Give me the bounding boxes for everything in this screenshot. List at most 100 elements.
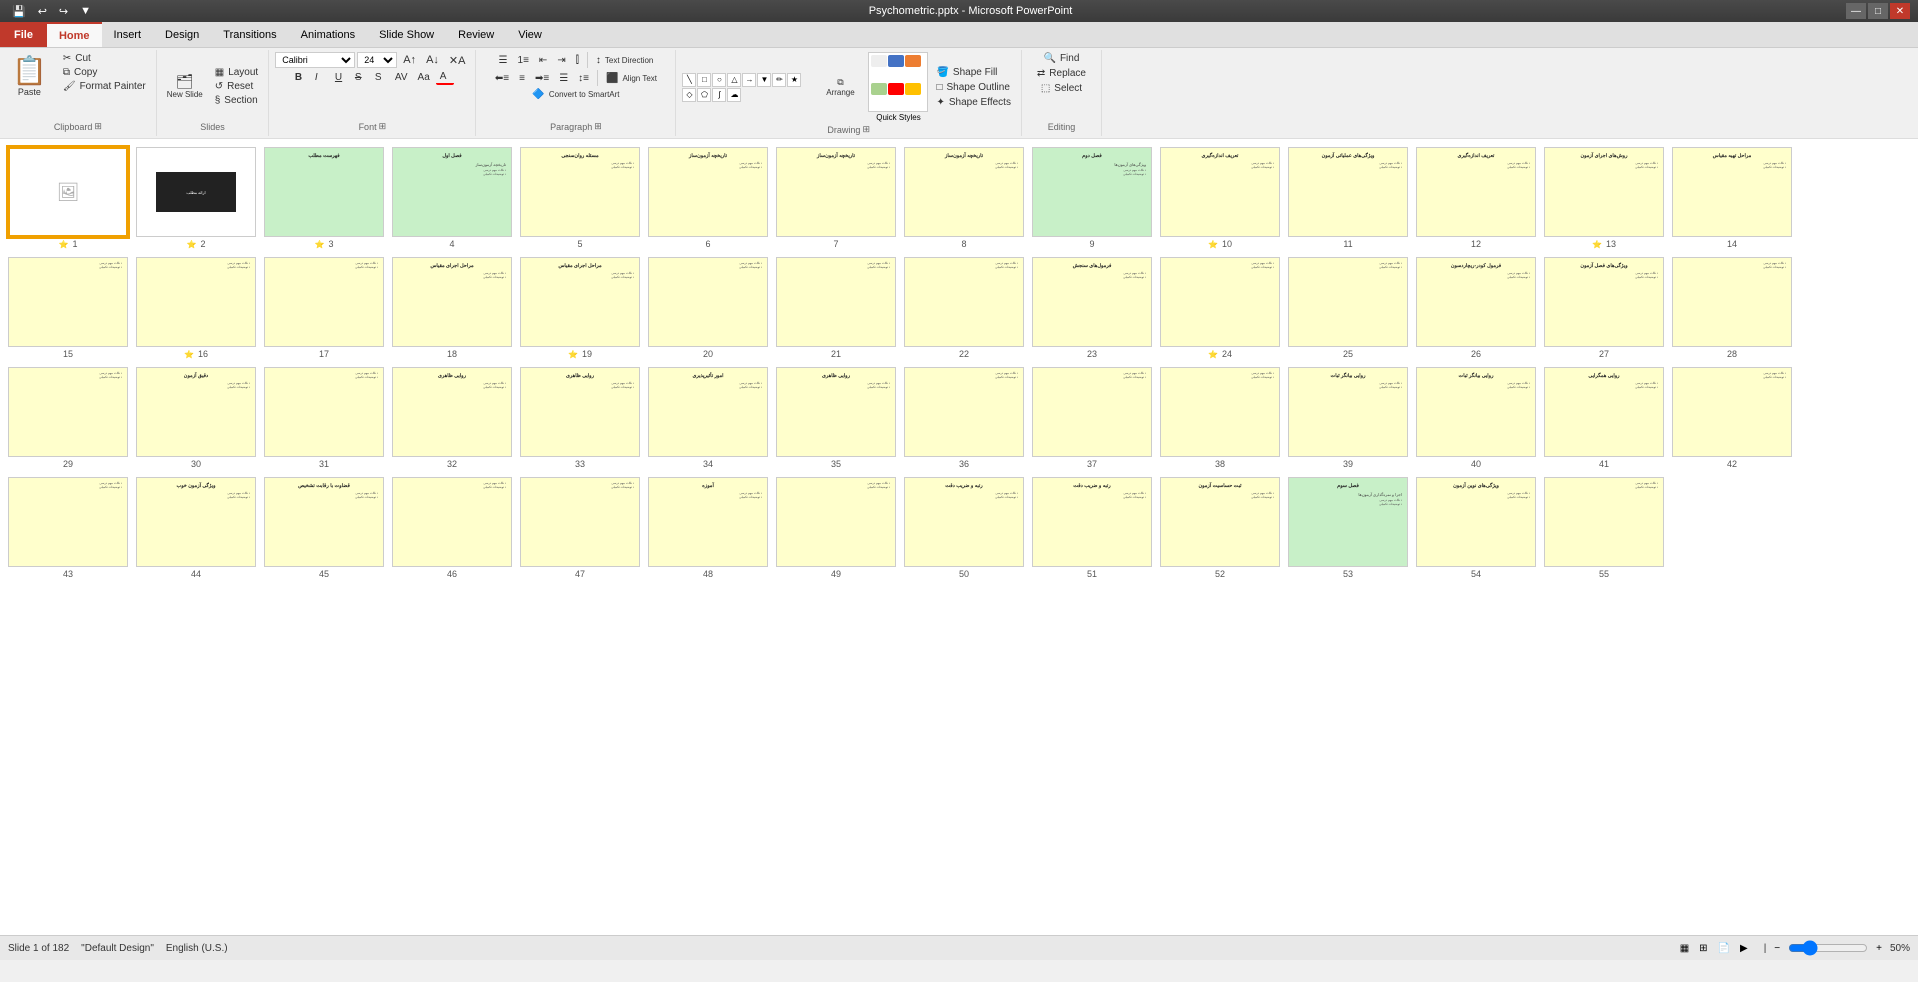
tab-transitions[interactable]: Transitions bbox=[211, 22, 288, 47]
align-text-button[interactable]: ⬛ Align Text bbox=[602, 72, 661, 85]
slide-thumb-55[interactable]: • نکات مهم درسی• توضیحات تکمیلی 55 bbox=[1544, 477, 1664, 579]
slide-thumb-5[interactable]: مسئله روان‌سنجی • نکات مهم درسی• توضیحات… bbox=[520, 147, 640, 249]
shape-outline-button[interactable]: □ Shape Outline bbox=[932, 81, 1014, 94]
replace-button[interactable]: ⇄ Replace bbox=[1033, 67, 1090, 80]
align-center-button[interactable]: ≡ bbox=[515, 72, 529, 85]
qs-cell[interactable] bbox=[905, 55, 921, 67]
redo-button[interactable]: ↪ bbox=[55, 3, 72, 20]
slide-thumb-39[interactable]: روایی بیانگر ثبات • نکات مهم درسی• توضیح… bbox=[1288, 367, 1408, 469]
slide-thumb-33[interactable]: روایی ظاهری • نکات مهم درسی• توضیحات تکم… bbox=[520, 367, 640, 469]
zoom-in-button[interactable]: + bbox=[1874, 941, 1884, 956]
format-painter-button[interactable]: 🖌 Format Painter bbox=[59, 80, 150, 93]
slide-thumb-44[interactable]: ویژگی آزمون خوب • نکات مهم درسی• توضیحات… bbox=[136, 477, 256, 579]
slide-thumb-54[interactable]: ویژگی‌های نوین آزمون • نکات مهم درسی• تو… bbox=[1416, 477, 1536, 579]
curve-shape[interactable]: ∫ bbox=[712, 88, 726, 102]
cloud-shape[interactable]: ☁ bbox=[727, 88, 741, 102]
paste-button[interactable]: 📋 Paste bbox=[6, 52, 53, 119]
slide-thumb-37[interactable]: • نکات مهم درسی• توضیحات تکمیلی 37 bbox=[1032, 367, 1152, 469]
qs-cell[interactable] bbox=[871, 83, 887, 95]
slide-thumb-36[interactable]: • نکات مهم درسی• توضیحات تکمیلی 36 bbox=[904, 367, 1024, 469]
rect-shape[interactable]: □ bbox=[697, 73, 711, 87]
shape-effects-button[interactable]: ✦ Shape Effects bbox=[932, 96, 1014, 109]
slide-thumb-29[interactable]: • نکات مهم درسی• توضیحات تکمیلی 29 bbox=[8, 367, 128, 469]
normal-view-button[interactable]: ▦ bbox=[1678, 941, 1691, 956]
slide-thumb-15[interactable]: • نکات مهم درسی• توضیحات تکمیلی 15 bbox=[8, 257, 128, 359]
slide-thumb-3[interactable]: فهرست مطلب ⭐ 3 bbox=[264, 147, 384, 249]
text-direction-button[interactable]: ↕ Text Direction bbox=[592, 54, 657, 67]
slide-thumb-46[interactable]: • نکات مهم درسی• توضیحات تکمیلی 46 bbox=[392, 477, 512, 579]
triangle-shape[interactable]: △ bbox=[727, 73, 741, 87]
qs-cell[interactable] bbox=[871, 55, 887, 67]
qs-cell[interactable] bbox=[888, 55, 904, 67]
slide-thumb-12[interactable]: تعریف اندازه‌گیری • نکات مهم درسی• توضیح… bbox=[1416, 147, 1536, 249]
undo-button[interactable]: ↩ bbox=[34, 3, 51, 20]
drawing-dialog-icon[interactable]: ⊞ bbox=[862, 124, 870, 135]
slide-thumb-42[interactable]: • نکات مهم درسی• توضیحات تکمیلی 42 bbox=[1672, 367, 1792, 469]
slide-thumb-16[interactable]: • نکات مهم درسی• توضیحات تکمیلی ⭐ 16 bbox=[136, 257, 256, 359]
select-button[interactable]: ⬚ Select bbox=[1037, 82, 1086, 95]
zoom-out-button[interactable]: − bbox=[1772, 941, 1782, 956]
slide-thumb-35[interactable]: روایی ظاهری • نکات مهم درسی• توضیحات تکم… bbox=[776, 367, 896, 469]
font-name-select[interactable]: Calibri bbox=[275, 52, 355, 68]
clipboard-dialog-icon[interactable]: ⊞ bbox=[94, 121, 102, 132]
slide-thumb-53[interactable]: فصل سوم اجرا و نمره‌گذاری آزمون‌ها • نکا… bbox=[1288, 477, 1408, 579]
strikethrough-button[interactable]: S bbox=[351, 71, 369, 84]
decrease-indent-button[interactable]: ⇤ bbox=[535, 54, 551, 67]
align-left-button[interactable]: ⬅≡ bbox=[491, 72, 513, 85]
tab-design[interactable]: Design bbox=[153, 22, 211, 47]
section-button[interactable]: § Section bbox=[211, 94, 262, 107]
char-spacing-button[interactable]: AV bbox=[391, 71, 412, 84]
convert-smartart-button[interactable]: 🔷 Convert to SmartArt bbox=[528, 88, 623, 101]
columns-button[interactable]: ⫿ bbox=[572, 54, 583, 67]
numbering-button[interactable]: 1≡ bbox=[514, 54, 533, 67]
copy-button[interactable]: ⧉ Copy bbox=[59, 66, 150, 79]
slide-thumb-8[interactable]: تاریخچه آزمون‌ساز • نکات مهم درسی• توضیح… bbox=[904, 147, 1024, 249]
save-button[interactable]: 💾 bbox=[8, 3, 30, 20]
slide-thumb-41[interactable]: روایی همگرایی • نکات مهم درسی• توضیحات ت… bbox=[1544, 367, 1664, 469]
slide-thumb-27[interactable]: ویژگی‌های فصل آزمون • نکات مهم درسی• توض… bbox=[1544, 257, 1664, 359]
slide-thumb-4[interactable]: فصل اول تاریخچه آزمون‌ساز • نکات مهم درس… bbox=[392, 147, 512, 249]
slide-thumb-31[interactable]: • نکات مهم درسی• توضیحات تکمیلی 31 bbox=[264, 367, 384, 469]
slide-thumb-40[interactable]: روایی بیانگر ثبات • نکات مهم درسی• توضیح… bbox=[1416, 367, 1536, 469]
underline-button[interactable]: U bbox=[331, 71, 349, 84]
zoom-slider[interactable] bbox=[1788, 940, 1868, 956]
font-dialog-icon[interactable]: ⊞ bbox=[379, 121, 387, 132]
reset-button[interactable]: ↺ Reset bbox=[211, 80, 262, 93]
slide-thumb-10[interactable]: تعریف اندازه‌گیری • نکات مهم درسی• توضیح… bbox=[1160, 147, 1280, 249]
minimize-button[interactable]: — bbox=[1846, 3, 1866, 19]
slide-thumb-22[interactable]: • نکات مهم درسی• توضیحات تکمیلی 22 bbox=[904, 257, 1024, 359]
slide-thumb-47[interactable]: • نکات مهم درسی• توضیحات تکمیلی 47 bbox=[520, 477, 640, 579]
cut-button[interactable]: ✂ Cut bbox=[59, 52, 150, 65]
diamond-shape[interactable]: ◇ bbox=[682, 88, 696, 102]
slide-thumb-18[interactable]: مراحل اجرای مقیاس • نکات مهم درسی• توضیح… bbox=[392, 257, 512, 359]
slide-thumb-45[interactable]: قضاوت با رقابت تشخیص • نکات مهم درسی• تو… bbox=[264, 477, 384, 579]
oval-shape[interactable]: ○ bbox=[712, 73, 726, 87]
slide-thumb-38[interactable]: • نکات مهم درسی• توضیحات تکمیلی 38 bbox=[1160, 367, 1280, 469]
font-color-button[interactable]: A bbox=[436, 70, 454, 85]
arrange-button[interactable]: ⧉ Arrange bbox=[816, 75, 864, 99]
clear-format-button[interactable]: ✕A bbox=[445, 53, 470, 68]
slide-thumb-9[interactable]: فصل دوم ویژگی‌های آزمون‌ها • نکات مهم در… bbox=[1032, 147, 1152, 249]
slide-thumb-2[interactable]: ارائه مطلب ⭐ 2 bbox=[136, 147, 256, 249]
shape-fill-button[interactable]: 🪣 Shape Fill bbox=[932, 66, 1014, 79]
slide-thumb-24[interactable]: • نکات مهم درسی• توضیحات تکمیلی ⭐ 24 bbox=[1160, 257, 1280, 359]
freehand-shape[interactable]: ✏ bbox=[772, 73, 786, 87]
align-right-button[interactable]: ➡≡ bbox=[531, 72, 553, 85]
find-button[interactable]: 🔍 Find bbox=[1040, 52, 1084, 65]
quick-access-more-button[interactable]: ▼ bbox=[76, 3, 95, 19]
qs-cell[interactable] bbox=[905, 83, 921, 95]
close-button[interactable]: ✕ bbox=[1890, 3, 1910, 19]
bold-button[interactable]: B bbox=[291, 71, 309, 84]
qs-cell[interactable] bbox=[888, 83, 904, 95]
slide-thumb-28[interactable]: • نکات مهم درسی• توضیحات تکمیلی 28 bbox=[1672, 257, 1792, 359]
new-slide-button[interactable]: 🗂 New Slide bbox=[163, 71, 207, 101]
increase-indent-button[interactable]: ⇥ bbox=[553, 54, 569, 67]
font-size-select[interactable]: 24 bbox=[357, 52, 397, 68]
tab-animations[interactable]: Animations bbox=[289, 22, 367, 47]
layout-button[interactable]: ▦ Layout bbox=[211, 66, 262, 79]
slide-thumb-17[interactable]: • نکات مهم درسی• توضیحات تکمیلی 17 bbox=[264, 257, 384, 359]
change-case-button[interactable]: Aa bbox=[414, 71, 434, 84]
slide-thumb-23[interactable]: فرمول‌های سنجش • نکات مهم درسی• توضیحات … bbox=[1032, 257, 1152, 359]
slide-thumb-34[interactable]: امور تأثیرپذیری • نکات مهم درسی• توضیحات… bbox=[648, 367, 768, 469]
more-shapes[interactable]: ▼ bbox=[757, 73, 771, 87]
